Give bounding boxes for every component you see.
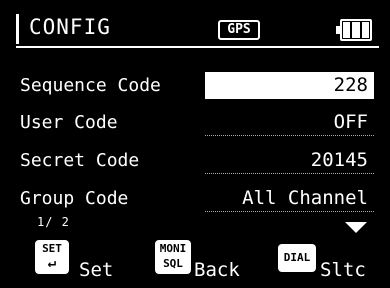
row-value-selected[interactable]: 228	[205, 72, 374, 99]
set-softkey-label[interactable]: Set	[79, 259, 113, 281]
row-label: Group Code	[20, 188, 129, 209]
key-bottom-text: SQL	[163, 257, 183, 270]
key-top-text: MONI	[159, 242, 187, 255]
row-value[interactable]: All Channel	[205, 185, 374, 212]
header-bar: CONFIG GPS	[0, 0, 390, 52]
gps-badge: GPS	[218, 20, 260, 40]
row-label: Sequence Code	[20, 75, 161, 96]
key-top-text: SET	[42, 242, 62, 255]
sltc-softkey-label[interactable]: Sltc	[320, 259, 366, 281]
title-frame: CONFIG	[16, 14, 379, 48]
key-top-text: DIAL	[283, 251, 311, 264]
page-indicator: 1/ 2	[37, 215, 70, 229]
row-value[interactable]: 20145	[205, 147, 374, 174]
row-group-code[interactable]: Group Code All Channel	[0, 185, 390, 217]
page-title: CONFIG	[29, 15, 111, 39]
enter-arrow-icon: ↵	[47, 255, 57, 271]
back-softkey-label[interactable]: Back	[194, 259, 240, 281]
row-label: User Code	[20, 112, 118, 133]
moni-sql-key-icon[interactable]: MONI SQL	[155, 240, 191, 274]
row-user-code[interactable]: User Code OFF	[0, 109, 390, 141]
dial-key-icon[interactable]: DIAL	[278, 244, 316, 272]
row-label: Secret Code	[20, 150, 140, 171]
softkey-bar: SET ↵ Set MONI SQL Back DIAL Sltc	[0, 236, 390, 288]
battery-level	[343, 22, 369, 38]
row-secret-code[interactable]: Secret Code 20145	[0, 147, 390, 179]
set-key-icon[interactable]: SET ↵	[35, 240, 69, 274]
row-value[interactable]: OFF	[205, 109, 374, 136]
battery-full-icon	[336, 19, 374, 41]
down-triangle-icon	[345, 222, 367, 233]
row-sequence-code[interactable]: Sequence Code 228	[0, 72, 390, 104]
